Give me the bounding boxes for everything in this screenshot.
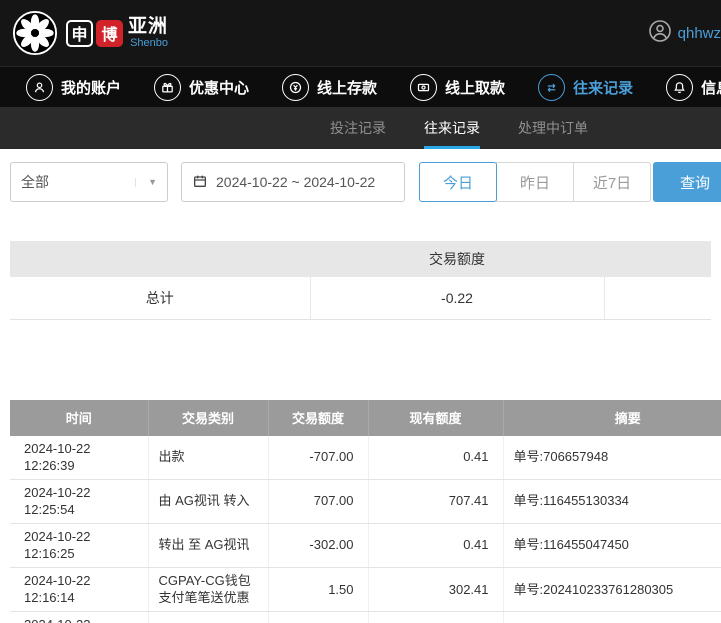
- column-header-summary: 摘要: [502, 399, 721, 436]
- page: 申 博 亚洲 Shenbo qhhwz 我的账户 优惠中心 线上存款 线上取款 …: [0, 0, 721, 623]
- calendar-icon: [192, 173, 208, 192]
- cell-summary: 单号:116455130334: [502, 479, 721, 524]
- summary-table: 交易额度 总计 -0.22: [10, 241, 711, 320]
- cell-balance: 0.41: [367, 435, 503, 480]
- tab-processing-orders[interactable]: 处理中订单: [518, 107, 588, 149]
- column-header-balance: 现有额度: [367, 399, 503, 436]
- table-row: 2024-10-22 12:16:25 转出 至 AG视讯 -302.00 0.…: [10, 523, 721, 568]
- table-row: 2024-10-22 12:25:54 由 AG视讯 转入 707.00 707…: [10, 479, 721, 524]
- gift-icon: [154, 73, 182, 101]
- cell-type: CGPAY支付: [147, 611, 268, 623]
- date-shortcut-group: 今日 昨日 近7日: [419, 162, 651, 202]
- nav-label: 线上取款: [445, 79, 506, 97]
- nav-item-online-deposit[interactable]: 线上存款: [282, 73, 378, 101]
- cell-balance: 302.41: [367, 567, 503, 612]
- cell-type: CGPAY-CG钱包支付笔笔送优惠: [147, 567, 268, 612]
- cell-summary: 单号:202410233761280305: [502, 567, 721, 612]
- yesterday-button[interactable]: 昨日: [496, 162, 574, 202]
- summary-header-amount: 交易额度: [310, 241, 604, 277]
- cell-summary: 单号:202410233761280305: [502, 611, 721, 623]
- nav-item-promotions[interactable]: 优惠中心: [154, 73, 250, 101]
- tab-transaction-records[interactable]: 往来记录: [424, 107, 480, 149]
- cell-time: 2024-10-22 12:16:14: [10, 567, 148, 612]
- cell-balance: 300.91: [367, 611, 503, 623]
- records-header-row: 时间 交易类别 交易额度 现有额度 摘要: [10, 399, 721, 436]
- user-account[interactable]: qhhwz: [648, 19, 721, 48]
- today-button[interactable]: 今日: [419, 162, 497, 202]
- cell-type: 由 AG视讯 转入: [147, 479, 268, 524]
- lotus-flower-icon: [12, 10, 58, 56]
- cell-amount: -707.00: [267, 435, 368, 480]
- nav-label: 线上存款: [317, 79, 378, 97]
- logo-shen-box: 申: [66, 19, 93, 47]
- summary-total-row: 总计 -0.22: [10, 277, 711, 320]
- nav-item-online-withdraw[interactable]: 线上取款: [410, 73, 506, 101]
- cell-time: 2024-10-22 12:25:54: [10, 479, 148, 524]
- nav-label: 我的账户: [61, 79, 122, 97]
- withdraw-banknote-icon: [410, 73, 438, 101]
- cell-type: 出款: [147, 435, 268, 480]
- transfer-arrows-icon: [538, 73, 566, 101]
- summary-header-spacer: [604, 241, 711, 277]
- logo-wordmark: 亚洲 Shenbo: [128, 16, 169, 50]
- records-table: 时间 交易类别 交易额度 现有额度 摘要 2024-10-22 12:26:39…: [10, 399, 721, 623]
- nav-label: 信息: [701, 79, 721, 97]
- type-filter-value: 全部: [21, 174, 49, 190]
- filter-bar: 全部 ▼ 2024-10-22 ~ 2024-10-22 今日 昨日 近7日 查…: [0, 149, 721, 215]
- table-row: 2024-10-22 12:16:14 CGPAY支付 300.00 300.9…: [10, 611, 721, 623]
- summary-empty-cell: [603, 277, 711, 320]
- date-range-value: 2024-10-22 ~ 2024-10-22: [216, 174, 376, 190]
- cell-time: 2024-10-22 12:26:39: [10, 435, 148, 480]
- top-header: 申 博 亚洲 Shenbo qhhwz: [0, 0, 721, 66]
- table-row: 2024-10-22 12:16:14 CGPAY-CG钱包支付笔笔送优惠 1.…: [10, 567, 721, 612]
- nav-item-messages[interactable]: 信息: [666, 73, 721, 101]
- cell-balance: 707.41: [367, 479, 503, 524]
- logo-subtitle: Shenbo: [130, 37, 169, 49]
- summary-total-value: -0.22: [309, 277, 604, 320]
- logo-bo-box: 博: [96, 19, 123, 47]
- column-header-type: 交易类别: [147, 399, 268, 436]
- user-avatar-icon: [648, 19, 672, 48]
- cell-summary: 单号:116455047450: [502, 523, 721, 568]
- cell-time: 2024-10-22 12:16:25: [10, 523, 148, 568]
- query-button[interactable]: 查询: [653, 162, 721, 202]
- summary-header-row: 交易额度: [10, 241, 711, 277]
- user-icon: [26, 73, 53, 101]
- summary-header-spacer: [10, 241, 310, 277]
- summary-total-label: 总计: [10, 277, 310, 320]
- brand-logo[interactable]: 申 博 亚洲 Shenbo: [12, 10, 168, 56]
- cell-amount: 707.00: [267, 479, 368, 524]
- cell-amount: -302.00: [267, 523, 368, 568]
- date-range-input[interactable]: 2024-10-22 ~ 2024-10-22: [181, 162, 405, 202]
- tab-betting-records[interactable]: 投注记录: [330, 107, 386, 149]
- bell-icon: [666, 73, 694, 101]
- column-header-amount: 交易额度: [267, 399, 368, 436]
- cell-amount: 1.50: [267, 567, 368, 612]
- nav-label: 往来记录: [573, 79, 634, 97]
- record-tabs: 投注记录 往来记录 处理中订单: [0, 107, 721, 149]
- table-row: 2024-10-22 12:26:39 出款 -707.00 0.41 单号:7…: [10, 435, 721, 480]
- cell-balance: 0.41: [367, 523, 503, 568]
- deposit-coin-icon: [282, 73, 310, 101]
- cell-summary: 单号:706657948: [502, 435, 721, 480]
- cell-amount: 300.00: [267, 611, 368, 623]
- nav-item-my-account[interactable]: 我的账户: [26, 73, 122, 101]
- chevron-down-icon: ▼: [135, 177, 157, 187]
- main-navigation: 我的账户 优惠中心 线上存款 线上取款 往来记录 信: [0, 66, 721, 107]
- type-filter-select[interactable]: 全部 ▼: [10, 162, 168, 202]
- last7days-button[interactable]: 近7日: [573, 162, 651, 202]
- cell-time: 2024-10-22 12:16:14: [10, 611, 148, 623]
- nav-label: 优惠中心: [189, 79, 250, 97]
- cell-type: 转出 至 AG视讯: [147, 523, 268, 568]
- username-text: qhhwz: [677, 24, 721, 42]
- logo-asia-text: 亚洲: [128, 16, 169, 37]
- column-header-time: 时间: [10, 399, 148, 436]
- nav-item-transaction-records[interactable]: 往来记录: [538, 73, 634, 101]
